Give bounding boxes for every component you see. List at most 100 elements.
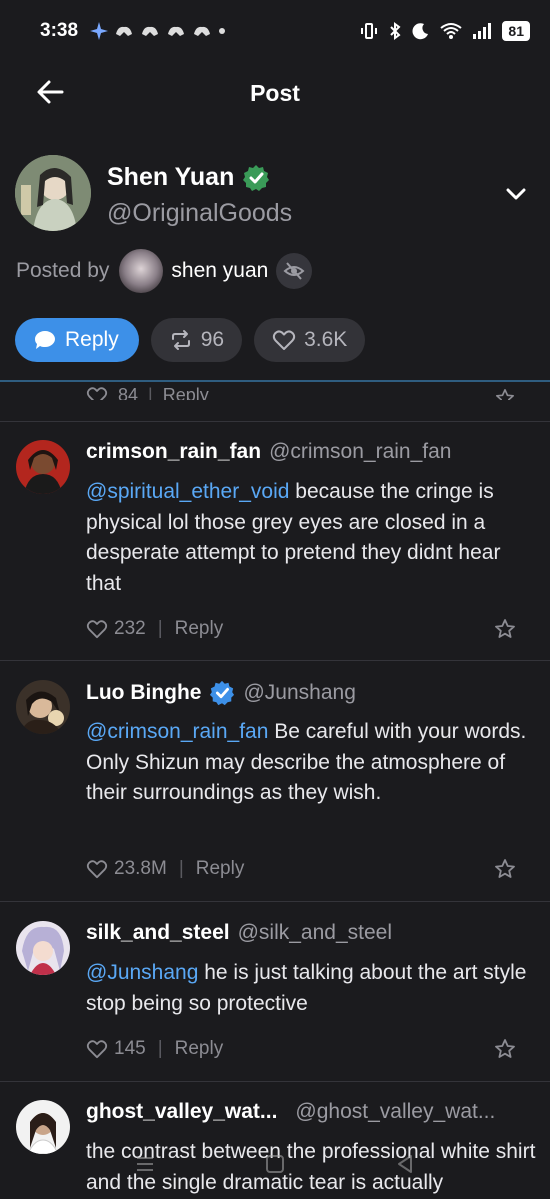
meta-divider: | (178, 858, 184, 879)
comment-meta: 232 | Reply (86, 618, 223, 640)
notification-icons (90, 22, 226, 40)
author-name-row: Shen Yuan (107, 163, 270, 192)
verified-badge-icon (243, 164, 270, 191)
author-name[interactable]: Shen Yuan (107, 163, 234, 192)
commenter-avatar-image (16, 440, 70, 494)
comment-header: Luo Binghe @Junshang (86, 680, 356, 706)
verified-badge-icon (210, 680, 235, 706)
app-notification-icon (194, 26, 211, 36)
comment-item: crimson_rain_fan @crimson_rain_fan @spir… (0, 440, 550, 660)
app-notification-icon (168, 26, 185, 36)
post-actions: Reply 96 3.6K (15, 318, 366, 362)
commenter-name[interactable]: silk_and_steel (86, 921, 230, 945)
author-avatar-image (15, 155, 91, 231)
home-icon[interactable] (263, 1152, 287, 1176)
commenter-avatar[interactable] (16, 921, 70, 975)
like-count: 232 (114, 618, 146, 639)
divider (0, 901, 550, 902)
meta-divider: | (148, 385, 153, 400)
heart-icon[interactable] (86, 859, 108, 879)
comment-meta: 145 | Reply (86, 1038, 223, 1060)
comment-item: Luo Binghe @Junshang @crimson_rain_fan B… (0, 680, 550, 900)
heart-icon[interactable] (86, 386, 108, 400)
vibrate-icon (361, 23, 378, 39)
mention-link[interactable]: @Junshang (86, 961, 198, 984)
previous-reply-link[interactable]: Reply (163, 385, 209, 400)
author-avatar[interactable] (15, 155, 91, 231)
comment-text: @crimson_rain_fan Be careful with your w… (86, 717, 536, 809)
comment-text: @spiritual_ether_void because the cringe… (86, 477, 536, 599)
like-button[interactable]: 3.6K (254, 318, 366, 362)
commenter-avatar[interactable] (16, 440, 70, 494)
star-icon[interactable] (494, 618, 516, 640)
divider (0, 421, 550, 422)
mention-link[interactable]: @crimson_rain_fan (86, 720, 268, 743)
app-notification-icon (116, 26, 133, 36)
moon-icon (412, 23, 429, 40)
repost-icon (171, 330, 190, 350)
mention-link[interactable]: @spiritual_ether_void (86, 480, 289, 503)
header-divider (0, 380, 550, 382)
system-icons: 81 (360, 21, 530, 41)
reply-button-label: Reply (65, 328, 119, 351)
wifi-icon (440, 23, 463, 39)
commenter-name[interactable]: ghost_valley_wat... (86, 1100, 277, 1124)
poster-avatar[interactable] (119, 249, 164, 293)
divider (0, 660, 550, 661)
comment-header: crimson_rain_fan @crimson_rain_fan (86, 440, 451, 464)
battery-indicator: 81 (502, 21, 530, 41)
commenter-handle: @Junshang (243, 681, 356, 704)
like-count: 3.6K (304, 328, 348, 351)
comment-item: silk_and_steel @silk_and_steel @Junshang… (0, 921, 550, 1081)
previous-like-count: 84 (118, 385, 139, 400)
dot-icon (219, 28, 226, 34)
meta-divider: | (157, 1038, 163, 1059)
back-nav-icon[interactable] (393, 1152, 417, 1176)
commenter-name[interactable]: Luo Binghe (86, 681, 201, 705)
star-icon[interactable] (494, 388, 516, 400)
comment-header: ghost_valley_wat... @ghost_valley_wat... (86, 1100, 526, 1124)
reply-button[interactable]: Reply (15, 318, 139, 362)
chat-bubble-icon (35, 331, 55, 349)
star-icon[interactable] (494, 1038, 516, 1060)
author-handle: @OriginalGoods (107, 199, 293, 227)
signal-icon (473, 23, 492, 39)
comment-meta: 23.8M | Reply (86, 858, 244, 880)
repost-button[interactable]: 96 (150, 318, 243, 362)
chevron-down-icon[interactable] (505, 183, 527, 205)
commenter-handle: @ghost_valley_wat... (295, 1100, 496, 1123)
recent-apps-icon[interactable] (133, 1152, 157, 1176)
like-count: 145 (114, 1038, 146, 1059)
reply-link[interactable]: Reply (175, 618, 224, 640)
reply-link[interactable]: Reply (175, 1038, 224, 1060)
page-title: Post (250, 79, 300, 106)
visibility-toggle[interactable] (276, 253, 313, 289)
eye-off-icon (283, 262, 305, 280)
top-app-bar: Post (0, 62, 550, 124)
posted-by: Posted by shen yuan (16, 248, 313, 294)
comment-text: @Junshang he is just talking about the a… (86, 958, 536, 1019)
bluetooth-icon (390, 22, 401, 40)
status-bar: 3:38 81 (0, 0, 550, 62)
commenter-handle: @crimson_rain_fan (269, 440, 452, 463)
commenter-avatar-image (16, 680, 70, 734)
commenter-avatar[interactable] (16, 680, 70, 734)
heart-icon[interactable] (86, 1039, 108, 1059)
comment-header: silk_and_steel @silk_and_steel (86, 921, 392, 945)
commenter-handle: @silk_and_steel (237, 921, 392, 944)
repost-count: 96 (200, 328, 225, 351)
sparkle-icon (90, 22, 109, 40)
commenter-avatar-image (16, 921, 70, 975)
poster-name[interactable]: shen yuan (171, 259, 268, 283)
post-author: Shen Yuan @OriginalGoods (15, 153, 545, 233)
status-time: 3:38 (40, 20, 79, 41)
commenter-name[interactable]: crimson_rain_fan (86, 440, 261, 464)
like-count: 23.8M (114, 858, 167, 879)
meta-divider: | (157, 618, 163, 639)
divider (0, 1081, 550, 1082)
back-arrow-icon[interactable] (34, 76, 66, 108)
star-icon[interactable] (494, 858, 516, 880)
posted-by-label: Posted by (16, 259, 110, 282)
reply-link[interactable]: Reply (196, 858, 245, 880)
heart-icon[interactable] (86, 619, 108, 639)
